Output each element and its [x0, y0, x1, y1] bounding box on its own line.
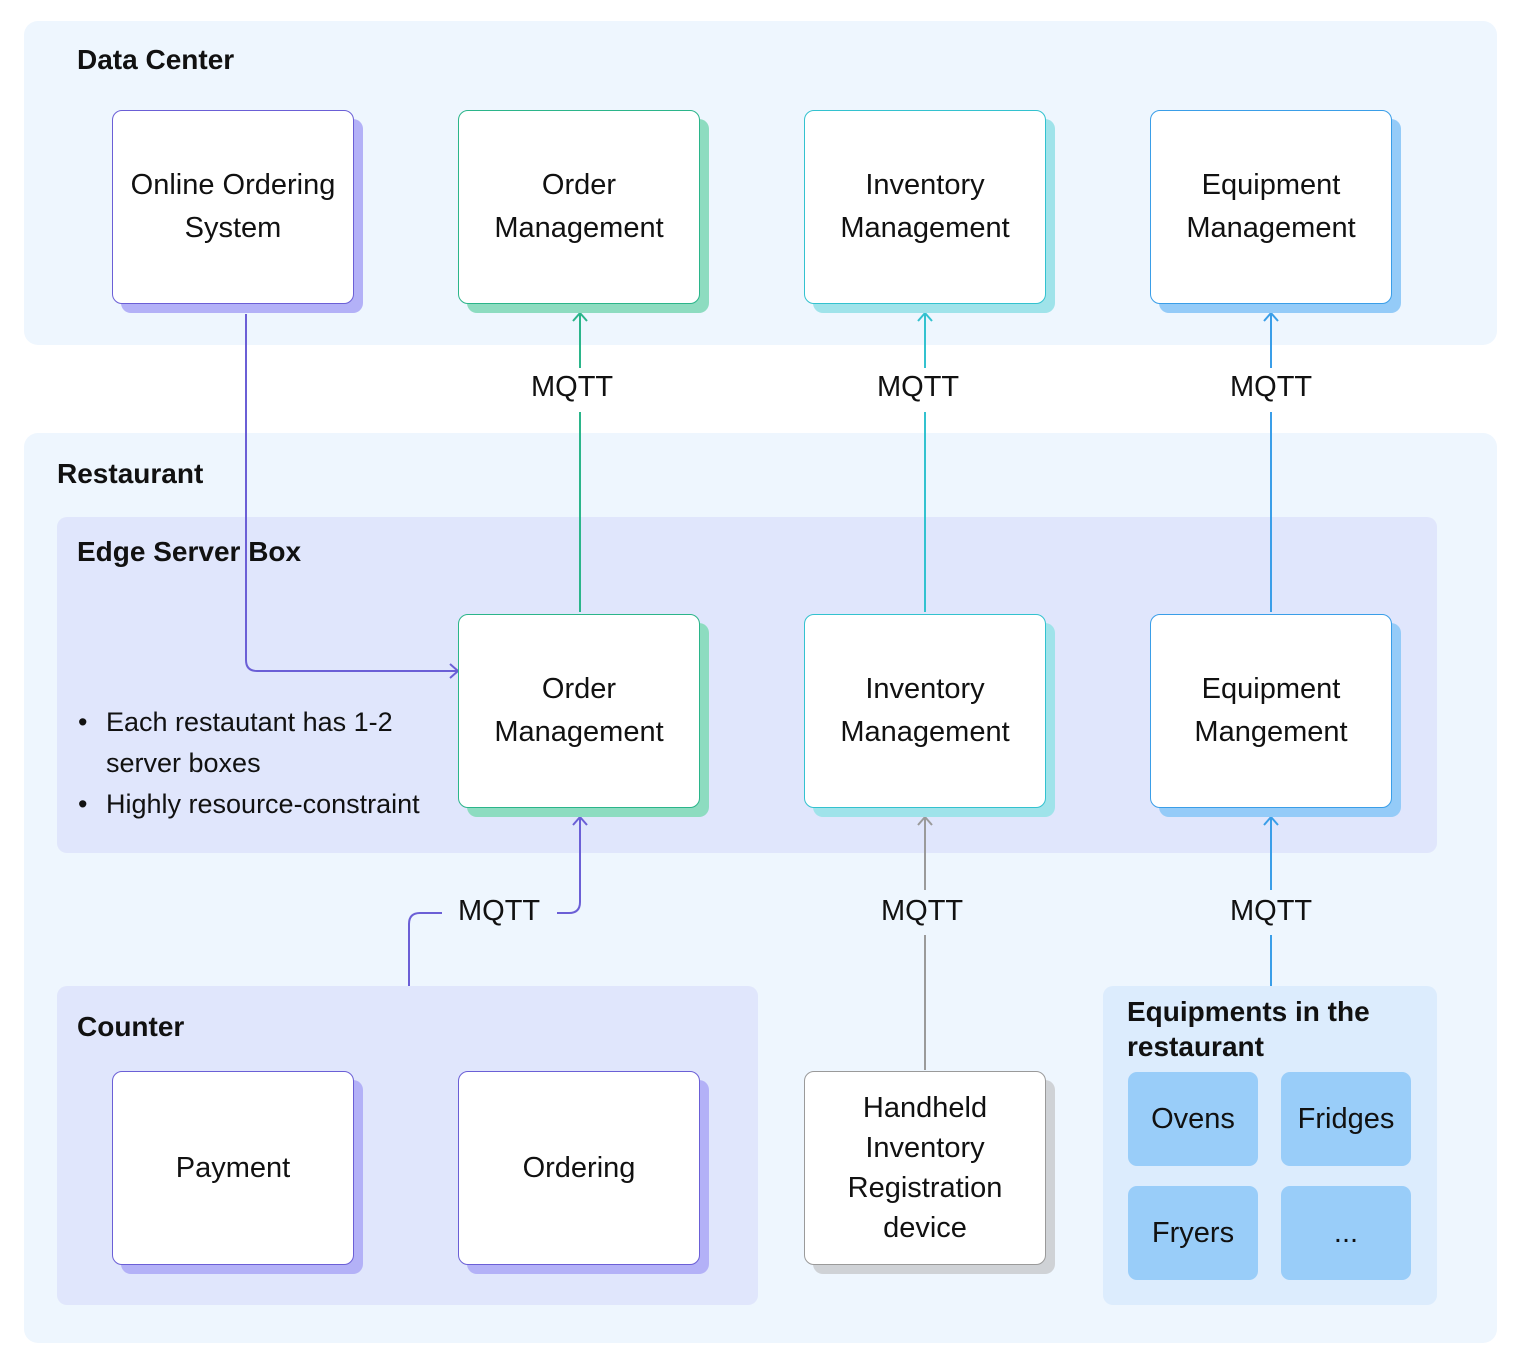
edge-notes-list: • Each restautant has 1-2 server boxes • H…: [78, 702, 420, 825]
mqtt-label-counter: MQTT: [458, 895, 541, 927]
handheld-device-node[interactable]: Handheld Inventory Registration device: [804, 1071, 1046, 1265]
mqtt-label-equipment-uplink: MQTT: [1230, 371, 1313, 403]
edge-note-item: • Each restautant has 1-2 server boxes: [78, 702, 420, 784]
bullet-icon: •: [78, 789, 88, 819]
restaurant-title: Restaurant: [57, 458, 204, 489]
edge-equipment-management-node[interactable]: Equipment Mangement: [1150, 614, 1392, 808]
node-label: Payment: [175, 1151, 291, 1184]
equipment-tile-ovens[interactable]: Ovens: [1128, 1072, 1258, 1166]
mqtt-label-inventory-uplink: MQTT: [877, 371, 960, 403]
node-label: Equipment Mangement: [1194, 673, 1348, 748]
node-label: Order Management: [494, 169, 664, 244]
counter-payment-node[interactable]: Payment: [112, 1071, 354, 1265]
node-label: Handheld Inventory Registration device: [847, 1092, 1003, 1244]
bullet-icon: •: [78, 707, 88, 737]
equipment-tile-fridges[interactable]: Fridges: [1281, 1072, 1411, 1166]
node-label: Ordering: [522, 1151, 636, 1184]
equipment-tile-more[interactable]: ...: [1281, 1186, 1411, 1280]
mqtt-label-equipments: MQTT: [1230, 895, 1313, 927]
counter-ordering-node[interactable]: Ordering: [458, 1071, 700, 1265]
edge-order-management-node[interactable]: Order Management: [458, 614, 700, 808]
counter-title: Counter: [77, 1011, 185, 1042]
data-center-title: Data Center: [77, 44, 235, 75]
dc-inventory-management-node[interactable]: Inventory Management: [804, 110, 1046, 304]
dc-online-ordering-system-node[interactable]: Online Ordering System: [112, 110, 354, 304]
node-label: Inventory Management: [840, 673, 1010, 748]
mqtt-label-handheld: MQTT: [881, 895, 964, 927]
mqtt-label-order-uplink: MQTT: [531, 371, 614, 403]
node-label: Online Ordering System: [130, 169, 336, 244]
dc-equipment-management-node[interactable]: Equipment Management: [1150, 110, 1392, 304]
node-label: Order Management: [494, 673, 664, 748]
edge-inventory-management-node[interactable]: Inventory Management: [804, 614, 1046, 808]
dc-order-management-node[interactable]: Order Management: [458, 110, 700, 304]
edge-note-item: • Highly resource-constraint: [78, 784, 420, 825]
equipment-tile-fryers[interactable]: Fryers: [1128, 1186, 1258, 1280]
edge-server-box-title: Edge Server Box: [77, 536, 302, 567]
equipments-title: Equipments in the restaurant: [1127, 996, 1370, 1062]
node-label: Equipment Management: [1186, 169, 1356, 244]
node-label: Inventory Management: [840, 169, 1010, 244]
